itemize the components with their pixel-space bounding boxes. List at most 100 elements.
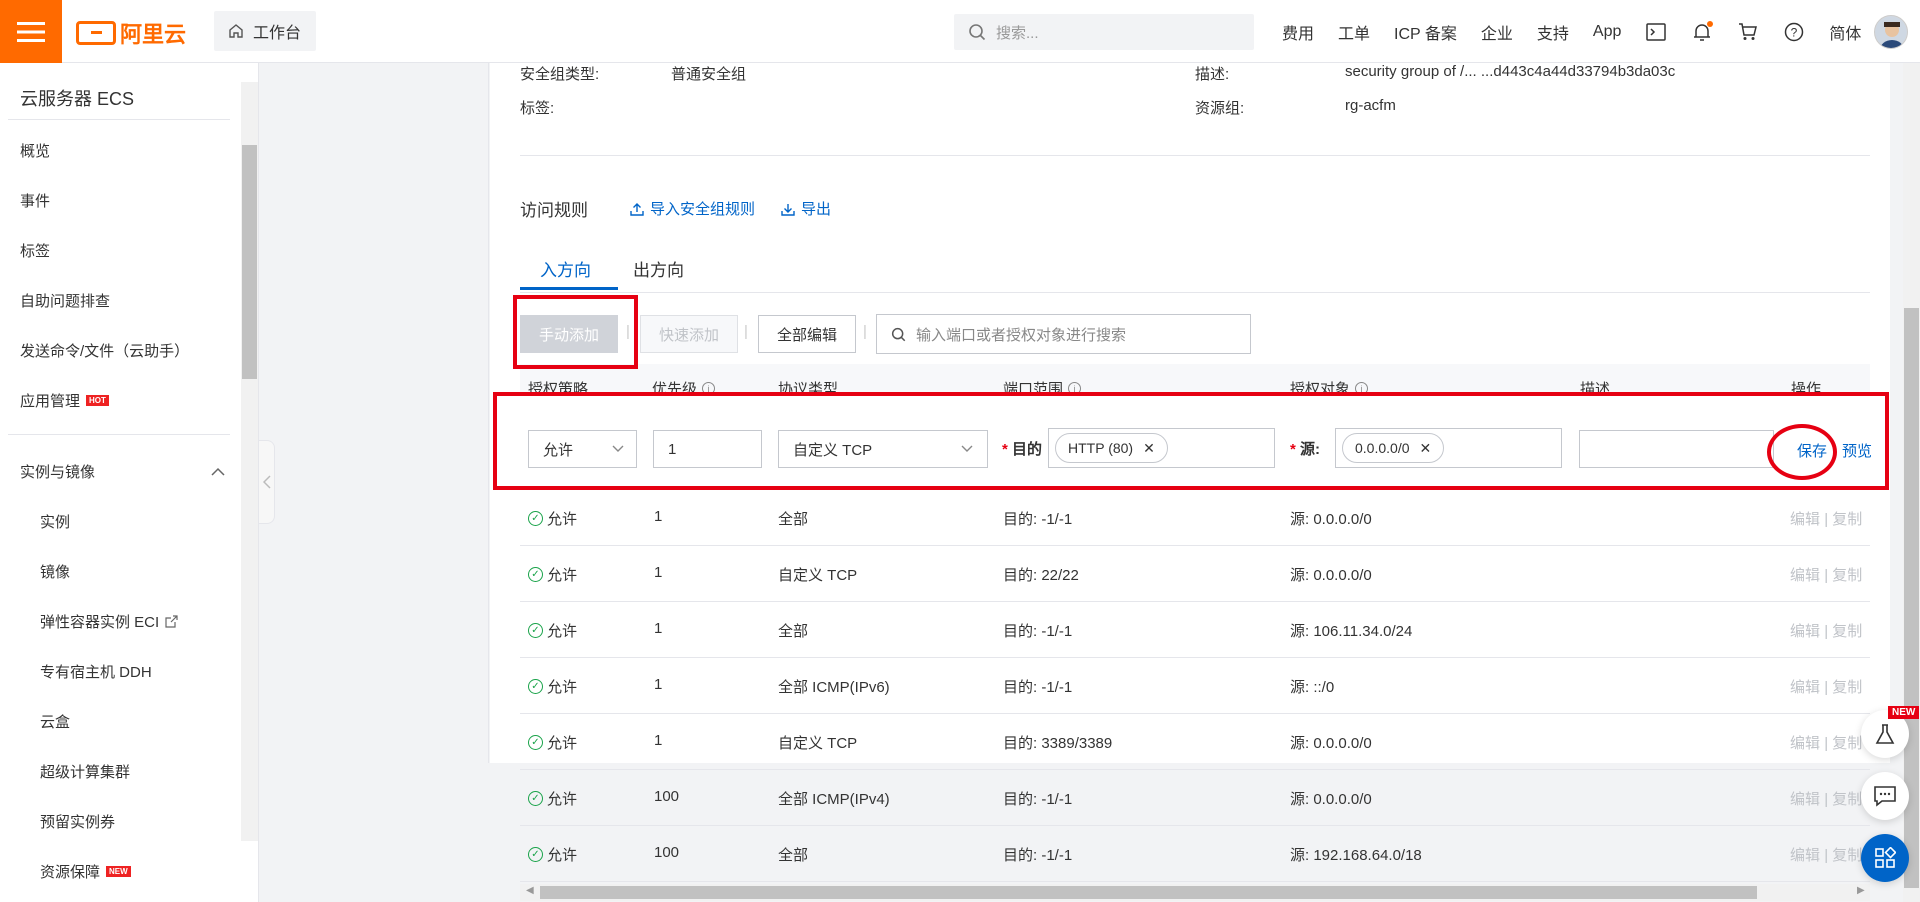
rule-search-input[interactable]: 输入端口或者授权对象进行搜索 (876, 314, 1251, 354)
edit-link[interactable]: 编辑 (1790, 679, 1820, 696)
scroll-left-arrow[interactable]: ◀ (526, 885, 534, 896)
table-row: ✓ 允许 1 自定义 TCP 目的: 22/22 源: 0.0.0.0/0 编辑 | 复制 (520, 546, 1870, 602)
chat-icon (1874, 786, 1896, 807)
sidebar-item-label: 专有宿主机 DDH (40, 664, 152, 681)
priority-cell: 100 (654, 844, 680, 861)
sidebar-item-troubleshoot[interactable]: 自助问题排查 (20, 290, 110, 311)
workbench-button[interactable]: 工作台 (214, 11, 316, 51)
float-new-badge: NEW (1888, 706, 1920, 719)
table-row: ✓ 允许 1 自定义 TCP 目的: 3389/3389 源: 0.0.0.0/0 编辑 |… (520, 714, 1870, 770)
export-link[interactable]: 导出 (781, 198, 831, 219)
hamburger-menu-button[interactable] (0, 0, 62, 63)
port-cell: 目的: -1/-1 (1003, 847, 1073, 864)
priority-cell: 100 (654, 788, 680, 805)
sidebar-title: 云服务器 ECS (20, 89, 135, 109)
sidebar-item-app-management[interactable]: 应用管理 HOT (20, 390, 109, 411)
section-divider (520, 155, 1870, 156)
search-icon (969, 24, 986, 41)
nav-ticket[interactable]: 工单 (1338, 20, 1370, 44)
copy-link[interactable]: 复制 (1832, 679, 1862, 696)
copy-link[interactable]: 复制 (1832, 847, 1862, 864)
check-circle-icon: ✓ (528, 567, 543, 582)
copy-link[interactable]: 复制 (1832, 791, 1862, 808)
sidebar-item-overview[interactable]: 概览 (20, 140, 50, 161)
access-rules-title: 访问规则 (520, 201, 588, 220)
edit-link[interactable]: 编辑 (1790, 791, 1820, 808)
sidebar-group-instances-images[interactable]: 实例与镜像 (20, 461, 225, 482)
hot-badge: HOT (86, 395, 109, 406)
protocol-cell: 自定义 TCP (778, 567, 858, 584)
sidebar-item-events[interactable]: 事件 (20, 190, 50, 211)
edit-link[interactable]: 编辑 (1790, 735, 1820, 752)
edit-link[interactable]: 编辑 (1790, 567, 1820, 584)
user-avatar[interactable] (1874, 15, 1908, 49)
sidebar-item-cloudbox[interactable]: 云盒 (40, 711, 70, 732)
sidebar-item-instances[interactable]: 实例 (40, 511, 70, 532)
sidebar-item-ddh[interactable]: 专有宿主机 DDH (40, 661, 152, 682)
export-label: 导出 (801, 201, 832, 218)
sidebar-item-images[interactable]: 镜像 (40, 561, 70, 582)
scroll-right-arrow[interactable]: ▶ (1857, 885, 1865, 896)
sidebar-item-eci[interactable]: 弹性容器实例 ECI (40, 611, 178, 632)
workbench-label: 工作台 (253, 25, 302, 42)
global-search-input[interactable]: 搜索... (954, 14, 1254, 50)
edit-link[interactable]: 编辑 (1790, 623, 1820, 640)
highlight-manual-add (513, 295, 638, 369)
sidebar-item-super-computing[interactable]: 超级计算集群 (40, 761, 130, 782)
tab-outbound[interactable]: 出方向 (633, 256, 684, 281)
sg-resource-group-label: 资源组: (1195, 100, 1245, 117)
sg-type-value: 普通安全组 (671, 66, 747, 83)
sidebar-item-tags[interactable]: 标签 (20, 240, 50, 261)
table-row: ✓ 允许 1 全部 目的: -1/-1 源: 0.0.0.0/0 编辑 | 复制 (520, 490, 1870, 546)
sg-desc-label: 描述: (1195, 66, 1230, 83)
chat-float-button[interactable] (1861, 772, 1909, 820)
apps-float-button[interactable] (1861, 834, 1909, 882)
cart-icon[interactable] (1737, 21, 1759, 43)
sidebar-item-reserved-instances[interactable]: 预留实例券 (40, 811, 115, 832)
check-circle-icon: ✓ (528, 623, 543, 638)
policy-text: 允许 (547, 623, 578, 640)
nav-billing[interactable]: 费用 (1282, 20, 1314, 44)
nav-icp[interactable]: ICP 备案 (1394, 20, 1457, 44)
row-actions: 编辑 | 复制 (1790, 620, 1862, 641)
protocol-cell: 自定义 TCP (778, 735, 858, 752)
sidebar-item-send-command[interactable]: 发送命令/文件（云助手） (20, 340, 189, 361)
svg-text:?: ? (1791, 25, 1798, 39)
bell-icon[interactable] (1691, 20, 1714, 43)
tab-inbound[interactable]: 入方向 (540, 256, 591, 281)
check-circle-icon: ✓ (528, 511, 543, 526)
source-cell: 源: 0.0.0.0/0 (1290, 511, 1372, 528)
table-h-scrollbar-thumb[interactable] (540, 886, 1757, 899)
sidebar-item-label: 发送命令/文件（云助手） (20, 343, 190, 360)
language-switch[interactable]: 简体 (1829, 20, 1861, 44)
copy-link[interactable]: 复制 (1832, 511, 1862, 528)
sg-resource-group-value: rg-acfm (1345, 97, 1396, 114)
copy-link[interactable]: 复制 (1832, 567, 1862, 584)
aliyun-logo[interactable]: 阿里云 (76, 17, 186, 49)
copy-link[interactable]: 复制 (1832, 623, 1862, 640)
highlight-save-circle (1767, 424, 1837, 480)
table-row: ✓ 允许 100 全部 目的: -1/-1 源: 192.168.64.0/18 编辑 | … (520, 826, 1870, 882)
sidebar-divider (8, 119, 230, 120)
import-rules-label: 导入安全组规则 (650, 201, 756, 218)
edit-link[interactable]: 编辑 (1790, 847, 1820, 864)
nav-support[interactable]: 支持 (1537, 20, 1569, 44)
help-icon[interactable]: ? (1783, 21, 1805, 43)
sidebar-scrollbar-thumb[interactable] (242, 145, 257, 379)
sidebar-collapse-toggle[interactable] (259, 440, 275, 524)
terminal-icon[interactable] (1645, 21, 1667, 43)
nav-app[interactable]: App (1593, 23, 1621, 41)
copy-link[interactable]: 复制 (1832, 735, 1862, 752)
import-rules-link[interactable]: 导入安全组规则 (630, 198, 755, 219)
table-row: ✓ 允许 100 全部 ICMP(IPv4) 目的: -1/-1 源: 0.0.0.0/0… (520, 770, 1870, 826)
quick-add-button[interactable]: 快速添加 (640, 315, 738, 353)
policy-cell: ✓ 允许 (528, 564, 577, 585)
sidebar-item-label: 标签 (20, 243, 51, 260)
sidebar-item-resource-guarantee[interactable]: 资源保障 NEW (40, 861, 131, 882)
edit-all-button[interactable]: 全部编辑 (758, 315, 856, 353)
nav-enterprise[interactable]: 企业 (1481, 20, 1513, 44)
menu-icon (17, 21, 45, 42)
edit-link[interactable]: 编辑 (1790, 511, 1820, 528)
notification-dot (1707, 20, 1714, 27)
row-actions: 编辑 | 复制 (1790, 676, 1862, 697)
